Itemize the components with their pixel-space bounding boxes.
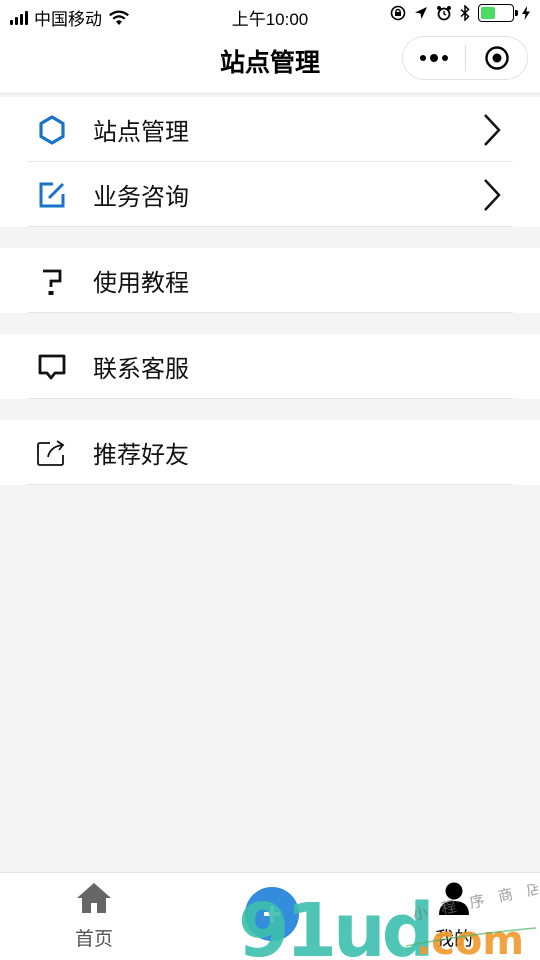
bluetooth-icon [460, 5, 470, 21]
divider [27, 484, 513, 485]
alarm-icon [437, 6, 451, 21]
more-dot-icon [430, 54, 438, 62]
menu-item-customer-service[interactable]: 联系客服 [0, 334, 540, 399]
question-mark-icon [36, 265, 68, 297]
mini-program-capsule [402, 36, 528, 80]
close-button[interactable] [466, 37, 527, 79]
more-button[interactable] [403, 37, 465, 79]
home-icon [77, 883, 111, 913]
menu-group-main: 站点管理 业务咨询 [0, 97, 540, 227]
chevron-right-icon [484, 178, 501, 211]
menu-item-recommend-friends[interactable]: 推荐好友 [0, 420, 540, 485]
more-dot-icon [420, 55, 426, 61]
status-bar: 中国移动 上午10:00 [0, 0, 540, 30]
menu-item-label: 推荐好友 [93, 442, 189, 469]
menu-item-site-management[interactable]: 站点管理 [0, 97, 540, 162]
divider [27, 312, 513, 313]
menu-group-tutorial: 使用教程 [0, 248, 540, 313]
location-icon [415, 7, 427, 19]
more-dot-icon [442, 55, 448, 61]
target-close-icon [484, 46, 509, 70]
svg-text:.com: .com [416, 918, 524, 960]
svg-text:91ud: 91ud [238, 888, 431, 960]
tab-home-label: 首页 [74, 929, 113, 950]
menu-item-tutorial[interactable]: 使用教程 [0, 248, 540, 313]
divider [27, 226, 513, 227]
chat-bubble-icon [36, 351, 68, 383]
menu-item-label: 业务咨询 [93, 184, 189, 211]
menu-group-service: 联系客服 [0, 334, 540, 399]
menu-item-label: 站点管理 [93, 119, 189, 146]
menu-item-label: 使用教程 [93, 270, 189, 297]
divider [27, 398, 513, 399]
menu-item-business-consult[interactable]: 业务咨询 [0, 162, 540, 227]
hexagon-icon [36, 114, 68, 146]
menu-group-share: 推荐好友 [0, 420, 540, 485]
tab-home[interactable]: 首页 [34, 881, 154, 951]
share-icon [36, 437, 68, 469]
menu-item-label: 联系客服 [93, 356, 189, 383]
rotation-lock-icon [390, 5, 406, 21]
nav-bar: 站点管理 [0, 30, 540, 94]
watermark-logo: 91ud .com 小程序商店 [238, 876, 540, 960]
status-right [390, 4, 530, 22]
charging-icon [522, 6, 530, 20]
battery-icon [478, 4, 518, 22]
edit-square-icon [36, 179, 68, 211]
chevron-right-icon [484, 113, 501, 146]
